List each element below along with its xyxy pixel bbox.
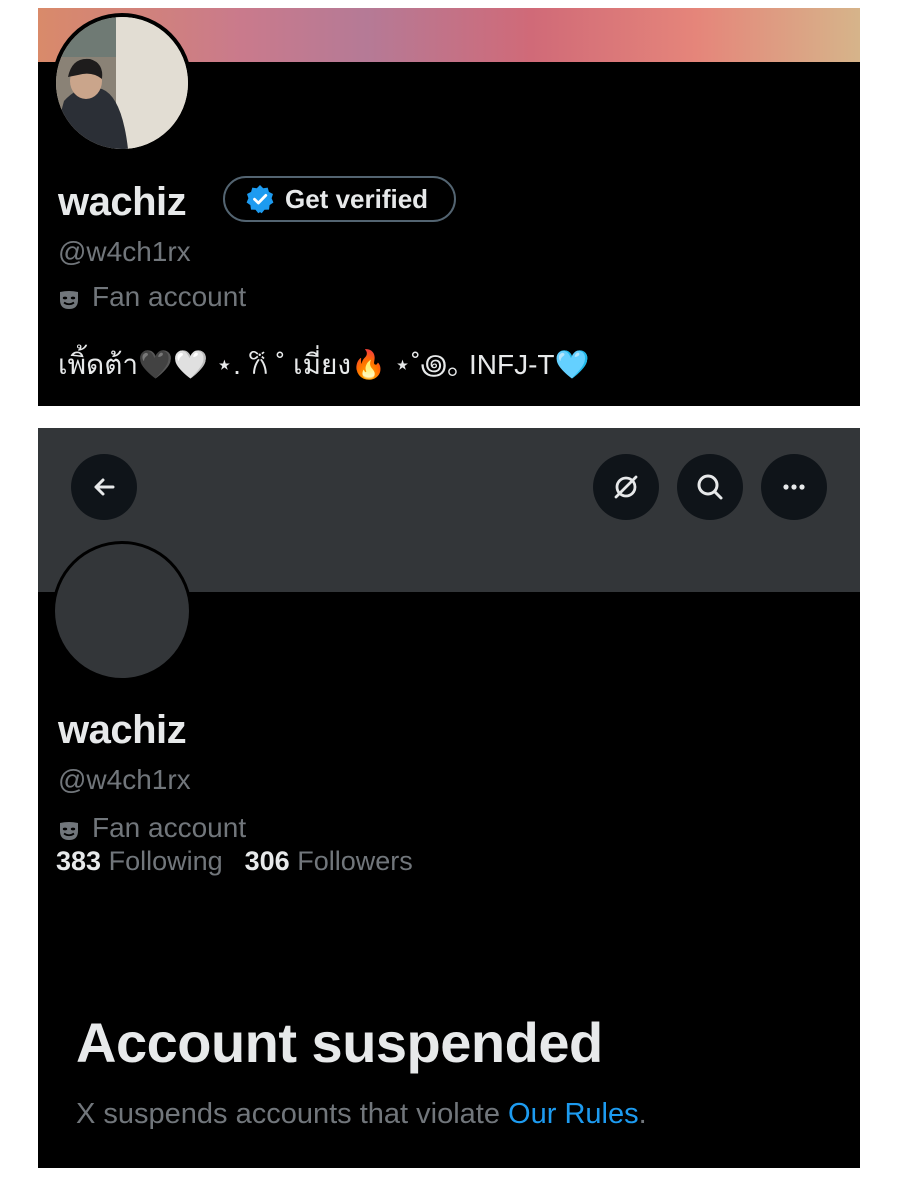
grok-button[interactable] <box>593 454 659 520</box>
avatar[interactable] <box>52 13 192 153</box>
search-icon <box>697 474 723 500</box>
get-verified-button[interactable]: Get verified <box>223 176 457 222</box>
display-name: wachiz <box>58 180 187 224</box>
following-count: 383 <box>56 846 102 876</box>
suspension-notice-period: . <box>638 1098 647 1130</box>
avatar-photo <box>56 17 188 149</box>
username-handle: @w4ch1rx <box>58 236 191 267</box>
more-icon <box>783 484 805 490</box>
profile-category: Fan account <box>58 281 246 313</box>
username-handle: @w4ch1rx <box>58 764 191 795</box>
profile-header-screenshot: wachiz Get verified @w4ch1rx Fan account… <box>38 8 860 406</box>
followers-label: Followers <box>297 846 413 876</box>
our-rules-link[interactable]: Our Rules <box>508 1098 639 1130</box>
category-label: Fan account <box>92 281 247 312</box>
get-verified-label: Get verified <box>285 183 429 214</box>
back-button[interactable] <box>71 454 137 520</box>
arrow-left-icon <box>94 478 115 496</box>
avatar[interactable] <box>52 541 192 681</box>
followers-link[interactable]: 306 Followers <box>245 846 413 877</box>
more-options-button[interactable] <box>761 454 827 520</box>
suspended-profile-screenshot: wachiz @w4ch1rx Fan account 383 Followin… <box>38 428 860 1168</box>
theater-mask-icon <box>58 817 80 840</box>
avatar-person-image <box>56 17 188 149</box>
account-suspended-title: Account suspended <box>76 1011 603 1074</box>
suspension-notice: X suspends accounts that violate Our Rul… <box>76 1098 647 1131</box>
grok-icon <box>614 475 638 499</box>
search-button[interactable] <box>677 454 743 520</box>
following-label: Following <box>108 846 223 876</box>
profile-category: Fan account <box>58 812 246 844</box>
display-name: wachiz <box>58 708 187 752</box>
profile-bio: เพิ้ดต้า🖤🤍 ⋆. 𐙚 ˚ เมี่ยง🔥 ⋆˚꩜｡ INFJ-T🩵 <box>58 349 590 380</box>
followers-count: 306 <box>244 846 290 876</box>
suspension-notice-text: X suspends accounts that violate <box>76 1098 509 1130</box>
verified-badge-icon <box>245 184 275 214</box>
following-link[interactable]: 383 Following <box>56 846 223 877</box>
avatar-placeholder <box>55 544 189 678</box>
follow-stats: 383 Following 306 Followers <box>56 846 413 877</box>
theater-mask-icon <box>58 286 80 309</box>
category-label: Fan account <box>92 812 247 843</box>
